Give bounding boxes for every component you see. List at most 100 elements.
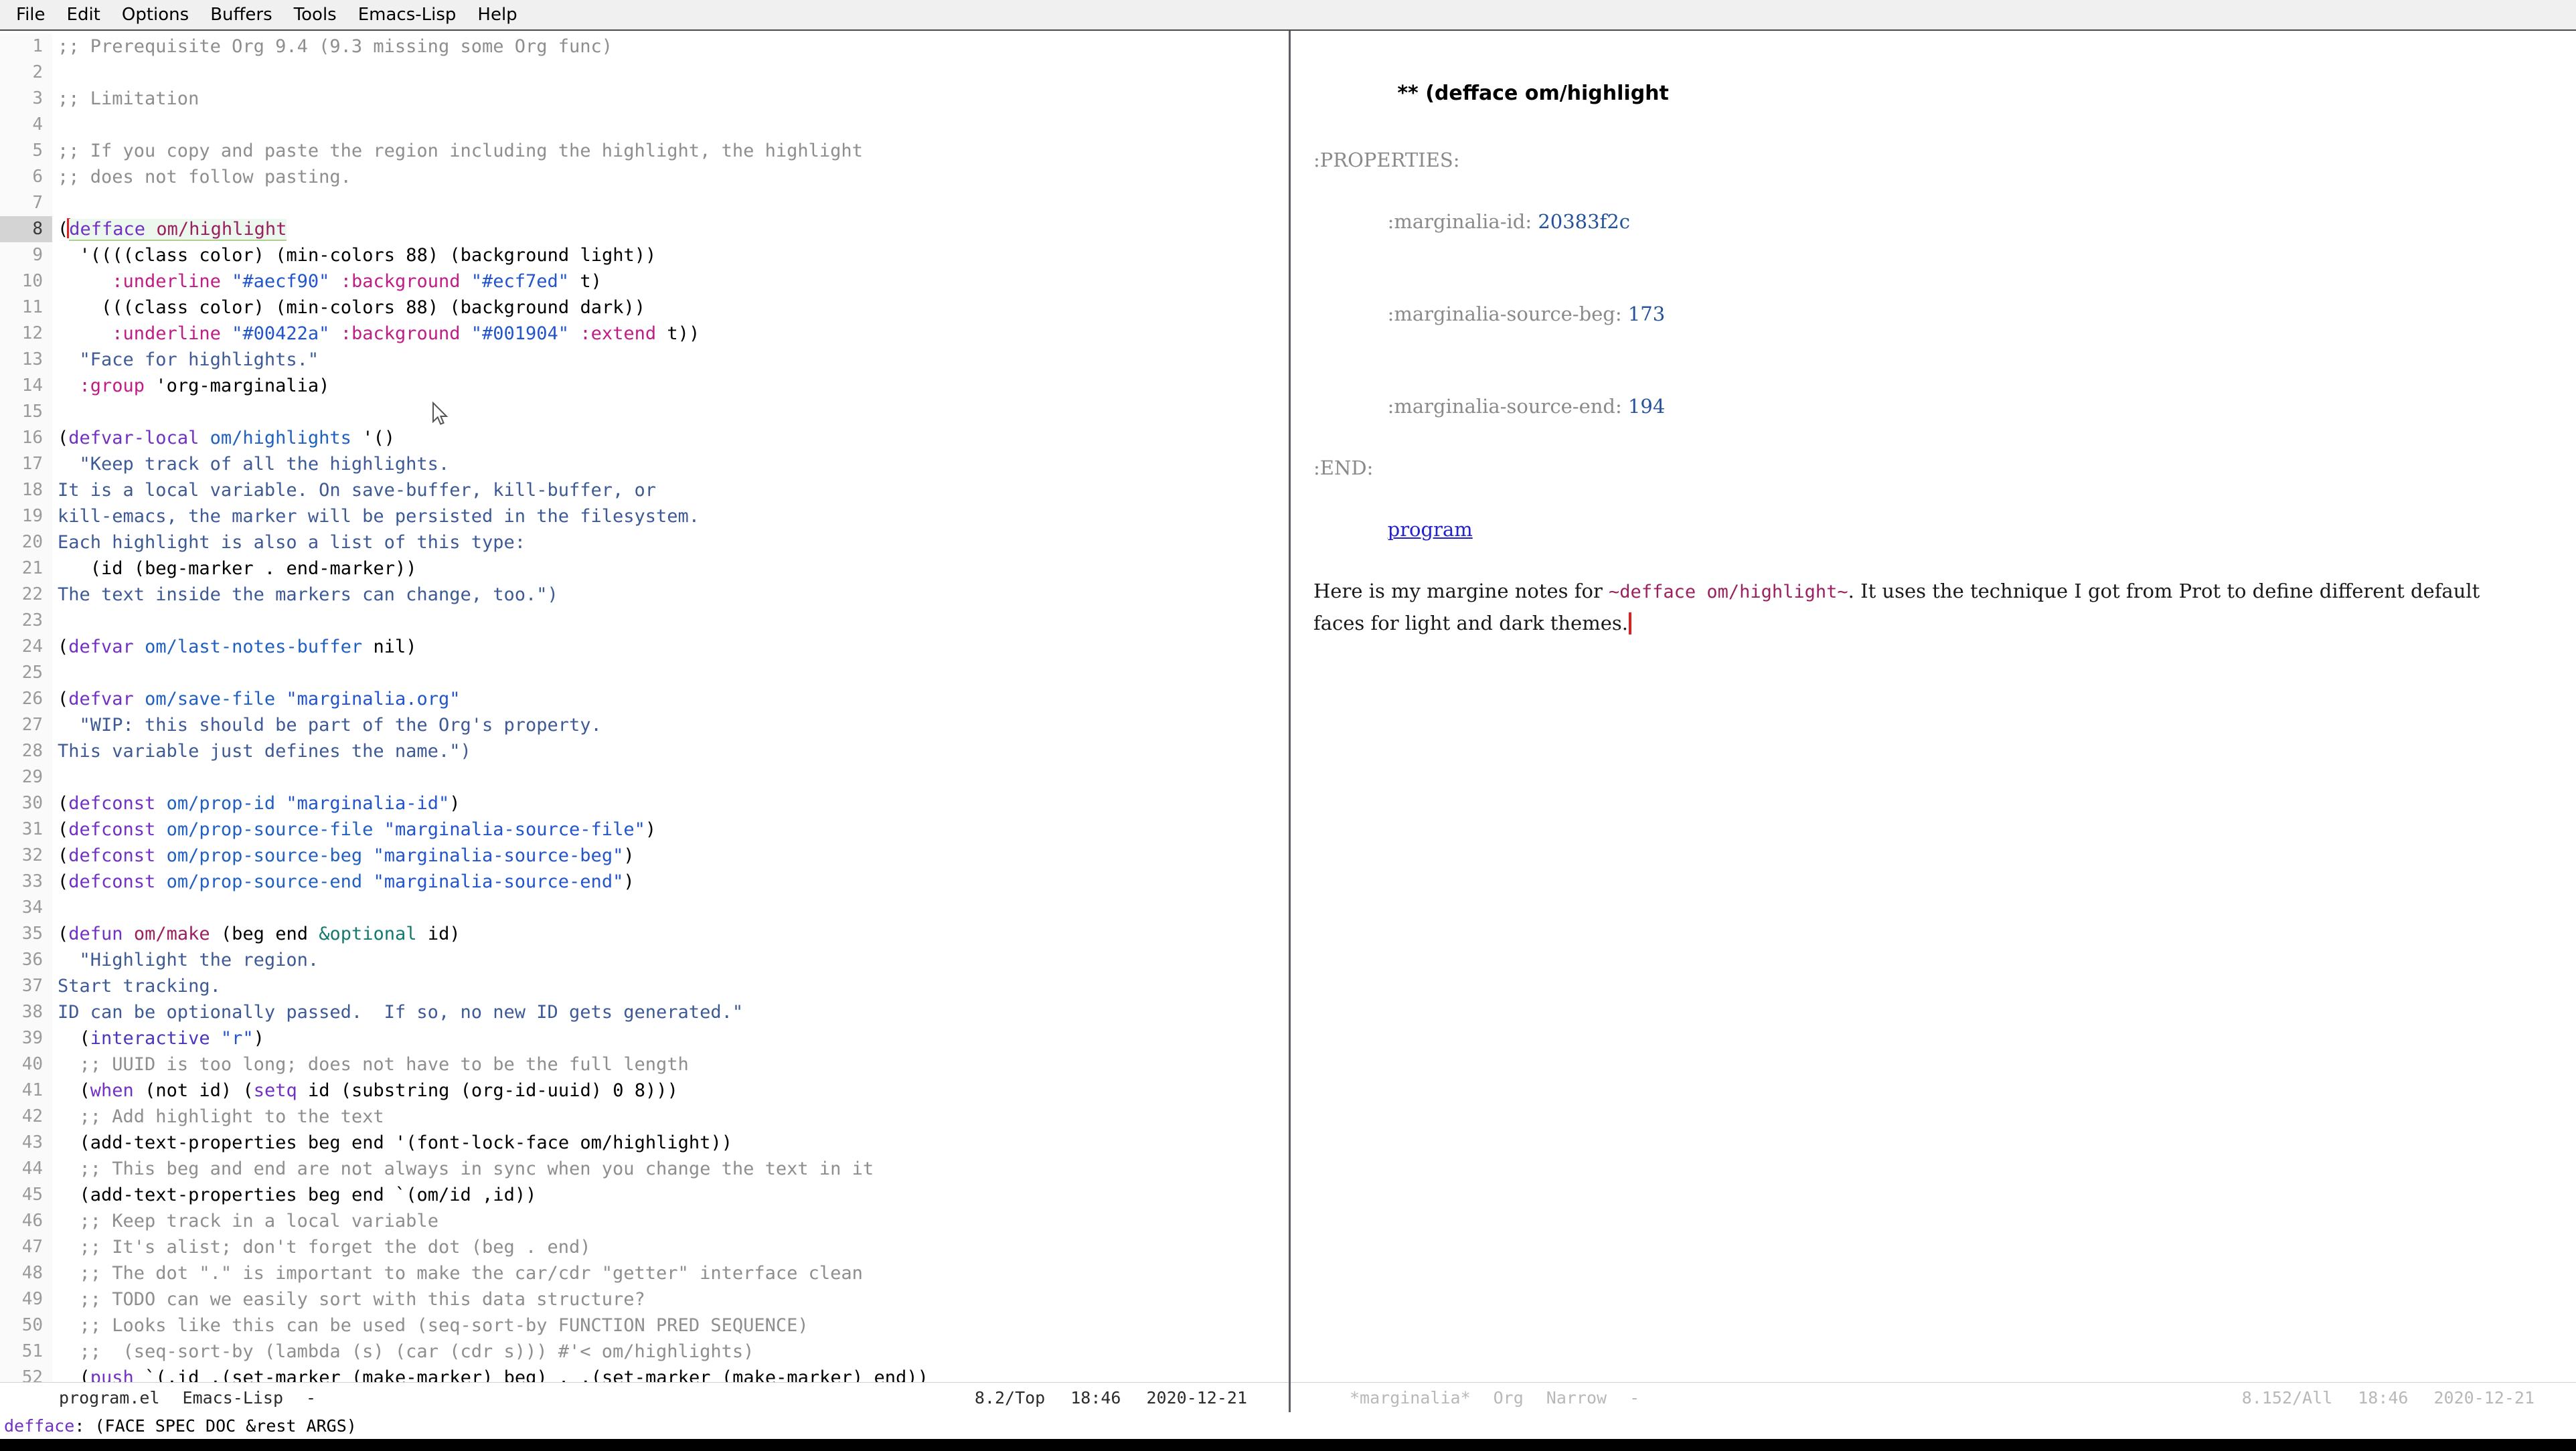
code-line[interactable]: 28This variable just defines the name.")	[0, 738, 1289, 764]
org-property-source-end: :marginalia-source-end: 194	[1313, 360, 2557, 452]
org-property-key: :marginalia-source-beg:	[1388, 303, 1622, 325]
code-line[interactable]: 37Start tracking.	[0, 973, 1289, 999]
line-number: 4	[0, 112, 52, 138]
modeline-left-date: 2020-12-21	[1146, 1388, 1247, 1407]
line-number: 23	[0, 608, 52, 634]
line-content: (push `(,id ,(set-marker (make-marker) b…	[52, 1365, 929, 1382]
line-number: 8	[0, 216, 52, 242]
line-content: This variable just defines the name.")	[52, 738, 471, 764]
code-line[interactable]: 43 (add-text-properties beg end '(font-l…	[0, 1130, 1289, 1156]
code-line[interactable]: 38ID can be optionally passed. If so, no…	[0, 999, 1289, 1025]
org-buffer-body[interactable]: ** (defface om/highlight :PROPERTIES: :m…	[1291, 31, 2576, 1382]
menu-item-tools[interactable]: Tools	[283, 5, 347, 25]
line-number: 18	[0, 477, 52, 503]
line-content: (defvar-local om/highlights '()	[52, 425, 395, 451]
line-content: ;; Keep track in a local variable	[52, 1208, 438, 1234]
code-line[interactable]: 2	[0, 60, 1289, 86]
line-content: ;; (seq-sort-by (lambda (s) (car (cdr s)…	[52, 1339, 754, 1365]
emacs-frame: File Edit Options Buffers Tools Emacs-Li…	[0, 0, 2576, 1451]
menu-item-emacs-lisp[interactable]: Emacs-Lisp	[347, 5, 467, 25]
code-line[interactable]: 35(defun om/make (beg end &optional id)	[0, 921, 1289, 947]
modeline-left-position: 8.2/Top	[975, 1388, 1045, 1407]
code-line[interactable]: 10 :underline "#aecf90" :background "#ec…	[0, 268, 1289, 294]
code-line[interactable]: 12 :underline "#00422a" :background "#00…	[0, 321, 1289, 347]
frame-bottom-bar	[0, 1439, 2576, 1451]
code-line[interactable]: 42 ;; Add highlight to the text	[0, 1104, 1289, 1130]
code-line[interactable]: 1;; Prerequisite Org 9.4 (9.3 missing so…	[0, 33, 1289, 60]
code-line[interactable]: 8(defface om/highlight	[0, 216, 1289, 242]
code-line[interactable]: 17 "Keep track of all the highlights.	[0, 451, 1289, 477]
line-number: 20	[0, 529, 52, 556]
code-line[interactable]: 22The text inside the markers can change…	[0, 582, 1289, 608]
line-number: 50	[0, 1312, 52, 1339]
line-content: ;; Add highlight to the text	[52, 1104, 384, 1130]
code-line[interactable]: 4	[0, 112, 1289, 138]
code-line[interactable]: 36 "Highlight the region.	[0, 947, 1289, 973]
code-line[interactable]: 33(defconst om/prop-source-end "marginal…	[0, 869, 1289, 895]
code-line[interactable]: 40 ;; UUID is too long; does not have to…	[0, 1051, 1289, 1078]
line-number: 52	[0, 1365, 52, 1382]
code-line[interactable]: 5;; If you copy and paste the region inc…	[0, 138, 1289, 164]
code-line[interactable]: 34	[0, 895, 1289, 921]
code-line[interactable]: 48 ;; The dot "." is important to make t…	[0, 1260, 1289, 1286]
code-line[interactable]: 46 ;; Keep track in a local variable	[0, 1208, 1289, 1234]
code-line[interactable]: 27 "WIP: this should be part of the Org'…	[0, 712, 1289, 738]
line-content: :underline "#00422a" :background "#00190…	[52, 321, 700, 347]
org-property-value: 173	[1628, 303, 1665, 325]
code-buffer-body[interactable]: 1;; Prerequisite Org 9.4 (9.3 missing so…	[0, 31, 1289, 1382]
menu-item-buffers[interactable]: Buffers	[199, 5, 283, 25]
echo-area[interactable]: defface: (FACE SPEC DOC &rest ARGS)	[0, 1412, 2576, 1439]
code-line[interactable]: 49 ;; TODO can we easily sort with this …	[0, 1286, 1289, 1312]
modeline-left[interactable]: program.el Emacs-Lisp - 8.2/Top 18:46 20…	[0, 1382, 1289, 1412]
code-line[interactable]: 20Each highlight is also a list of this …	[0, 529, 1289, 556]
code-line[interactable]: 26(defvar om/save-file "marginalia.org"	[0, 686, 1289, 712]
code-line[interactable]: 13 "Face for highlights."	[0, 347, 1289, 373]
menu-item-help[interactable]: Help	[467, 5, 528, 25]
code-line[interactable]: 11 (((class color) (min-colors 88) (back…	[0, 294, 1289, 321]
org-property-source-beg: :marginalia-source-beg: 173	[1313, 268, 2557, 360]
code-line[interactable]: 45 (add-text-properties beg end `(om/id …	[0, 1182, 1289, 1208]
menu-item-file[interactable]: File	[7, 5, 56, 25]
code-line[interactable]: 21 (id (beg-marker . end-marker))	[0, 556, 1289, 582]
line-content: kill-emacs, the marker will be persisted…	[52, 503, 700, 529]
menu-item-options[interactable]: Options	[111, 5, 199, 25]
code-line[interactable]: 14 :group 'org-marginalia)	[0, 373, 1289, 399]
code-line[interactable]: 19kill-emacs, the marker will be persist…	[0, 503, 1289, 529]
code-line[interactable]: 51 ;; (seq-sort-by (lambda (s) (car (cdr…	[0, 1339, 1289, 1365]
line-number: 36	[0, 947, 52, 973]
code-line[interactable]: 44 ;; This beg and end are not always in…	[0, 1156, 1289, 1182]
line-content: (add-text-properties beg end `(om/id ,id…	[52, 1182, 536, 1208]
code-line[interactable]: 41 (when (not id) (setq id (substring (o…	[0, 1078, 1289, 1104]
code-buffer-text[interactable]: 1;; Prerequisite Org 9.4 (9.3 missing so…	[0, 31, 1289, 1382]
code-line[interactable]: 7	[0, 190, 1289, 216]
modeline-right[interactable]: *marginalia* Org Narrow - 8.152/All 18:4…	[1291, 1382, 2576, 1412]
code-line[interactable]: 52 (push `(,id ,(set-marker (make-marker…	[0, 1365, 1289, 1382]
menu-item-edit[interactable]: Edit	[56, 5, 111, 25]
code-line[interactable]: 25	[0, 660, 1289, 686]
line-content: "Keep track of all the highlights.	[52, 451, 449, 477]
code-line[interactable]: 3;; Limitation	[0, 86, 1289, 112]
code-line[interactable]: 9 '((((class color) (min-colors 88) (bac…	[0, 242, 1289, 268]
line-number: 22	[0, 582, 52, 608]
code-line[interactable]: 32(defconst om/prop-source-beg "marginal…	[0, 843, 1289, 869]
code-line[interactable]: 31(defconst om/prop-source-file "margina…	[0, 817, 1289, 843]
code-line[interactable]: 18It is a local variable. On save-buffer…	[0, 477, 1289, 503]
line-number: 10	[0, 268, 52, 294]
code-line[interactable]: 16(defvar-local om/highlights '()	[0, 425, 1289, 451]
org-source-link[interactable]: program	[1388, 518, 1473, 541]
code-line[interactable]: 15	[0, 399, 1289, 425]
code-line[interactable]: 6;; does not follow pasting.	[0, 164, 1289, 190]
code-line[interactable]: 24(defvar om/last-notes-buffer nil)	[0, 634, 1289, 660]
code-line[interactable]: 29	[0, 764, 1289, 790]
line-number: 41	[0, 1078, 52, 1104]
code-line[interactable]: 30(defconst om/prop-id "marginalia-id")	[0, 790, 1289, 817]
line-number: 27	[0, 712, 52, 738]
line-number: 29	[0, 764, 52, 790]
code-line[interactable]: 50 ;; Looks like this can be used (seq-s…	[0, 1312, 1289, 1339]
line-number: 14	[0, 373, 52, 399]
code-line[interactable]: 47 ;; It's alist; don't forget the dot (…	[0, 1234, 1289, 1260]
line-content: (when (not id) (setq id (substring (org-…	[52, 1078, 678, 1104]
code-line[interactable]: 23	[0, 608, 1289, 634]
org-buffer-text[interactable]: ** (defface om/highlight :PROPERTIES: :m…	[1291, 31, 2576, 639]
code-line[interactable]: 39 (interactive "r")	[0, 1025, 1289, 1051]
